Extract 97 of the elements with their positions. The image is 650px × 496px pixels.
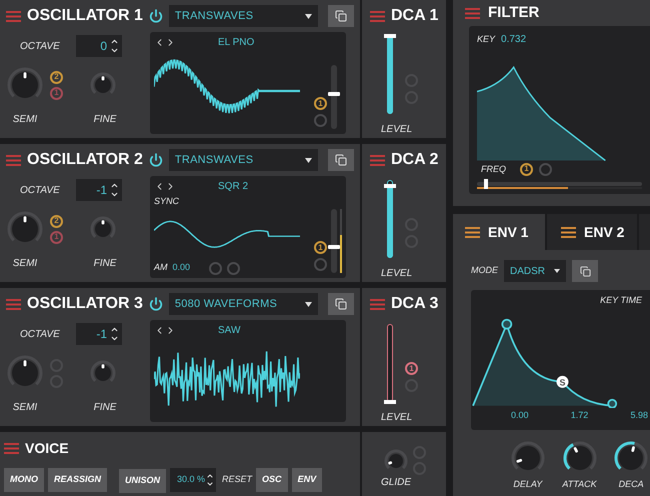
caret-icon xyxy=(305,302,312,306)
envelope-tab[interactable]: ENV 1 xyxy=(453,214,545,250)
knob-label: FINE xyxy=(92,257,118,271)
octave-label: OCTAVE xyxy=(20,184,61,198)
am-value: 0.00 xyxy=(172,261,190,274)
decrement-icon[interactable] xyxy=(110,190,119,199)
menu-icon[interactable] xyxy=(465,226,480,238)
time-value: 0.00 xyxy=(511,408,529,422)
knob-label: ATTACK xyxy=(562,478,597,491)
panel-title: OSCILLATOR 2 xyxy=(27,150,143,170)
copy-button[interactable] xyxy=(328,5,354,27)
mod-slot[interactable]: 1 xyxy=(314,241,327,254)
time-value: 1.72 xyxy=(570,408,588,422)
panel-title: VOICE xyxy=(25,439,69,458)
wave-name: EL PNO xyxy=(218,36,254,50)
empty-mod-slot[interactable] xyxy=(314,258,327,271)
slider-thumb[interactable] xyxy=(328,92,340,96)
decrement-icon[interactable] xyxy=(110,46,119,55)
unison-stepper[interactable]: 30.0 % xyxy=(170,468,216,492)
sync-label: SYNC xyxy=(154,195,180,208)
increment-icon[interactable] xyxy=(206,472,214,480)
increment-icon[interactable] xyxy=(110,37,119,46)
glide-label: GLIDE xyxy=(380,476,411,490)
copy-icon xyxy=(335,154,348,166)
caret-icon xyxy=(554,269,560,273)
power-icon[interactable] xyxy=(148,297,163,311)
knob-label: SEMI xyxy=(12,113,38,127)
wavetable-dropdown[interactable]: 5080 WAVEFORMS xyxy=(168,293,318,315)
mod-slot[interactable]: 2 xyxy=(50,214,63,228)
panel-title: DCA 1 xyxy=(391,6,438,26)
copy-button[interactable] xyxy=(572,260,598,282)
increment-icon[interactable] xyxy=(110,325,119,334)
copy-icon xyxy=(335,10,348,22)
empty-mod-slot[interactable] xyxy=(209,262,222,274)
sustain-node[interactable]: S xyxy=(556,375,568,388)
power-icon[interactable] xyxy=(148,153,163,167)
level-label: LEVEL xyxy=(381,123,412,137)
knob-label: FINE xyxy=(92,401,118,415)
decrement-icon[interactable] xyxy=(206,480,214,488)
octave-label: OCTAVE xyxy=(20,40,61,54)
mode-label: MODE xyxy=(471,264,498,278)
mod-slot[interactable]: 1 xyxy=(520,162,534,176)
reset-label: RESET xyxy=(222,473,252,486)
envelope-tab[interactable]: ENV 2 xyxy=(547,214,637,250)
caret-icon xyxy=(305,14,312,18)
empty-mod-slot[interactable] xyxy=(314,114,327,127)
copy-icon xyxy=(580,266,590,276)
panel-title: FILTER xyxy=(488,2,540,23)
increment-icon[interactable] xyxy=(110,181,119,190)
panel-title: DCA 3 xyxy=(391,294,438,314)
mode-dropdown[interactable]: DADSR xyxy=(504,260,566,282)
freq-label: FREQ xyxy=(481,162,506,176)
octave-stepper[interactable]: -1 xyxy=(76,323,122,345)
key-value: 0.732 xyxy=(501,33,526,47)
panel-title: DCA 2 xyxy=(391,150,438,170)
menu-icon[interactable] xyxy=(561,226,576,238)
panel-title: OSCILLATOR 3 xyxy=(27,294,143,314)
level-label: LEVEL xyxy=(381,267,412,281)
time-value: 5.98 xyxy=(630,408,648,422)
power-icon[interactable] xyxy=(148,9,163,23)
reset-button[interactable]: ENV xyxy=(292,468,322,492)
octave-stepper[interactable]: 0 xyxy=(76,35,122,57)
empty-mod-slot[interactable] xyxy=(539,162,552,176)
slider-thumb[interactable] xyxy=(384,34,396,38)
octave-label: OCTAVE xyxy=(20,328,61,342)
wave-name: SAW xyxy=(218,324,240,338)
knob-label: SEMI xyxy=(12,401,38,415)
level-label: LEVEL xyxy=(381,411,412,425)
knob-label: DELAY xyxy=(513,478,542,491)
octave-stepper[interactable]: -1 xyxy=(76,179,122,201)
mod-slot[interactable]: 1 xyxy=(314,97,327,110)
slider-thumb[interactable] xyxy=(384,400,396,404)
knob-label: SEMI xyxy=(12,257,38,271)
key-label: KEY xyxy=(477,32,496,46)
slider-thumb[interactable] xyxy=(484,179,488,189)
wavetable-dropdown[interactable]: TRANSWAVES xyxy=(168,5,318,27)
slider-thumb[interactable] xyxy=(384,184,396,188)
reset-button[interactable]: OSC xyxy=(256,468,288,492)
mod-slot[interactable]: 1 xyxy=(405,362,418,375)
voice-mode-button[interactable]: REASSIGN xyxy=(48,468,108,492)
decrement-icon[interactable] xyxy=(110,334,119,343)
wave-name: SQR 2 xyxy=(218,180,248,194)
empty-mod-slot[interactable] xyxy=(227,262,240,274)
slider-thumb[interactable] xyxy=(328,245,340,250)
mod-slot[interactable]: 2 xyxy=(50,70,63,84)
key-time-label: KEY TIME xyxy=(600,294,642,307)
panel-title: OSCILLATOR 1 xyxy=(27,6,143,26)
knob-label: FINE xyxy=(92,113,118,127)
knob-label: DECA xyxy=(618,478,644,491)
copy-button[interactable] xyxy=(328,149,354,171)
voice-mode-button[interactable]: MONO xyxy=(4,468,44,492)
caret-icon xyxy=(305,158,312,162)
wavetable-dropdown[interactable]: TRANSWAVES xyxy=(168,149,318,171)
copy-icon xyxy=(335,298,348,310)
unison-button[interactable]: UNISON xyxy=(119,468,166,493)
am-label: AM xyxy=(154,261,168,274)
copy-button[interactable] xyxy=(328,293,354,315)
